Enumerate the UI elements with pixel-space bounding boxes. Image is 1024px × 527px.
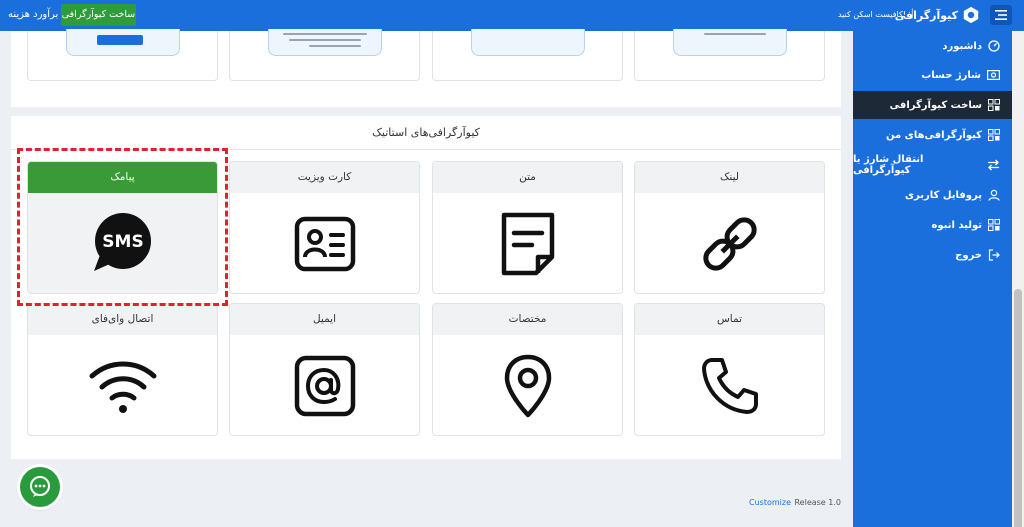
qr-grid-icon <box>988 99 1000 111</box>
phone-preview <box>268 29 382 56</box>
logo-icon <box>963 6 979 24</box>
card-title: متن <box>433 162 622 193</box>
top-bar: برآورد هزینه ساخت کیوآرگرافی کافیست اسکن… <box>0 0 1024 31</box>
phone-preview <box>471 29 585 56</box>
page-scrollbar[interactable] <box>1012 31 1024 527</box>
sidebar-item-label: داشبورد <box>942 40 982 52</box>
cost-estimate-link[interactable]: برآورد هزینه <box>8 9 58 20</box>
brand-name: کیوآرگرافی <box>894 8 958 22</box>
card-title: کارت ویزیت <box>230 162 419 193</box>
qr-grid-icon <box>988 129 1000 141</box>
sidebar-item-label: تولید انبوه <box>931 219 982 231</box>
sms-icon: SMS <box>93 213 151 271</box>
template-preview-card[interactable] <box>634 29 825 81</box>
card-text[interactable]: متن <box>432 161 623 294</box>
sidebar: داشبورد شارژ حساب ساخت کیوآرگرافی کیوآرگ… <box>853 31 1012 527</box>
card-business-card[interactable]: کارت ویزیت <box>229 161 420 294</box>
svg-text:SMS: SMS <box>102 232 143 252</box>
card-title: اتصال وای‌فای <box>28 304 217 335</box>
sidebar-item-label: انتقال شارژ یا کیوآرگرافی <box>853 154 924 176</box>
chat-bubble-icon <box>30 476 50 497</box>
card-email[interactable]: ایمیل <box>229 303 420 436</box>
phone-icon <box>701 358 758 414</box>
phone-preview <box>673 29 787 56</box>
email-at-icon <box>294 355 355 417</box>
sidebar-item-label: شارژ حساب <box>921 69 981 81</box>
preview-download-button <box>97 35 143 45</box>
phone-preview <box>66 29 180 56</box>
sidebar-item-transfer[interactable]: انتقال شارژ یا کیوآرگرافی <box>853 151 1012 179</box>
footer: Customize Release 1.0 <box>11 483 841 523</box>
card-wifi[interactable]: اتصال وای‌فای <box>27 303 218 436</box>
menu-toggle-button[interactable] <box>990 5 1012 25</box>
menu-icon <box>995 10 1007 20</box>
sidebar-item-profile[interactable]: پروفایل کاربری <box>853 181 1012 209</box>
template-preview-card[interactable] <box>432 29 623 81</box>
sidebar-item-bulk-production[interactable]: تولید انبوه <box>853 211 1012 239</box>
card-title: تماس <box>635 304 824 335</box>
create-qrgraphy-button[interactable]: ساخت کیوآرگرافی <box>61 4 136 26</box>
user-icon <box>988 189 1000 201</box>
customize-link[interactable]: Customize <box>749 498 791 507</box>
sidebar-item-label: پروفایل کاربری <box>904 189 982 201</box>
sidebar-item-logout[interactable]: خروج <box>853 241 1012 269</box>
sidebar-item-label: کیوآرگرافی‌های من <box>885 129 982 141</box>
link-icon <box>702 217 757 271</box>
card-title: لینک <box>635 162 824 193</box>
logout-icon <box>988 249 1000 261</box>
chat-support-button[interactable] <box>20 467 60 507</box>
transfer-icon <box>988 159 999 171</box>
template-preview-card[interactable] <box>229 29 420 81</box>
text-note-icon <box>501 212 554 276</box>
card-title: مختصات <box>433 304 622 335</box>
sidebar-item-dashboard[interactable]: داشبورد <box>853 32 1012 60</box>
location-pin-icon <box>504 354 551 418</box>
sidebar-item-create-qrgraphy[interactable]: ساخت کیوآرگرافی <box>853 91 1012 119</box>
gauge-icon <box>988 40 1000 52</box>
section-title: کیوآرگرافی‌های استاتیک <box>11 116 841 150</box>
template-preview-card[interactable] <box>27 29 218 81</box>
money-icon <box>987 70 1000 80</box>
sidebar-item-my-qrgraphies[interactable]: کیوآرگرافی‌های من <box>853 121 1012 149</box>
card-sms[interactable]: پیامک SMS <box>27 161 218 294</box>
release-version: Release 1.0 <box>794 498 841 507</box>
card-link[interactable]: لینک <box>634 161 825 294</box>
brand-logo[interactable]: کیوآرگرافی <box>895 6 980 24</box>
card-title: ایمیل <box>230 304 419 335</box>
card-call[interactable]: تماس <box>634 303 825 436</box>
business-card-icon <box>294 216 355 272</box>
sidebar-item-label: خروج <box>955 249 982 261</box>
card-coordinates[interactable]: مختصات <box>432 303 623 436</box>
sidebar-item-charge-account[interactable]: شارژ حساب <box>853 61 1012 89</box>
qr-grid-icon <box>988 219 1000 231</box>
sidebar-item-label: ساخت کیوآرگرافی <box>889 99 982 111</box>
card-title: پیامک <box>28 162 217 193</box>
wifi-icon <box>89 361 156 413</box>
scrollbar-thumb[interactable] <box>1014 289 1022 527</box>
